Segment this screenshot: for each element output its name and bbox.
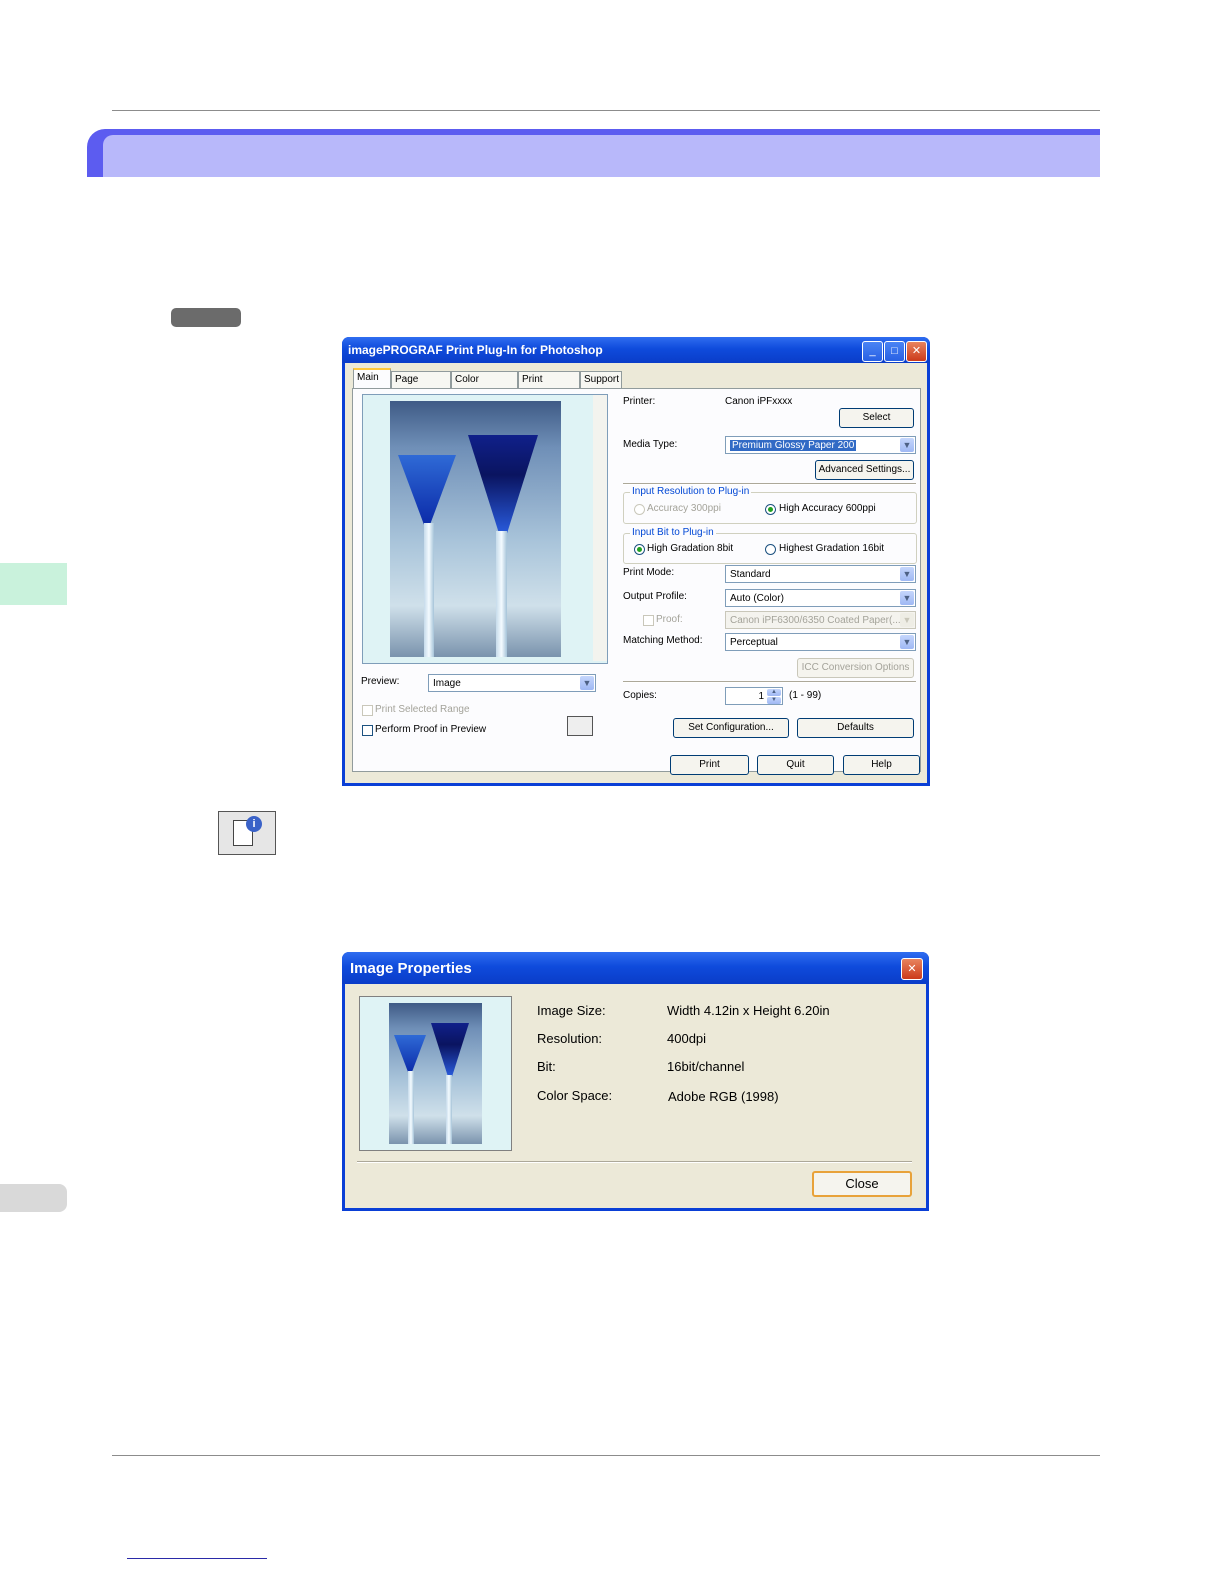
set-configuration-button[interactable]: Set Configuration... <box>673 718 789 738</box>
divider <box>623 681 916 683</box>
help-button[interactable]: Help <box>843 755 920 775</box>
icc-conversion-options-button[interactable]: ICC Conversion Options <box>797 658 914 678</box>
preview-select[interactable]: Image ▼ <box>428 674 596 692</box>
output-profile-label: Output Profile: <box>623 591 687 602</box>
close-button[interactable]: Close <box>812 1171 912 1197</box>
media-type-value: Premium Glossy Paper 200 <box>730 440 857 451</box>
chevron-down-icon: ▼ <box>580 676 594 690</box>
matching-method-value: Perceptual <box>730 637 778 648</box>
close-icon[interactable]: ✕ <box>901 958 923 980</box>
perform-proof-checkbox[interactable] <box>362 725 373 736</box>
preview-pane <box>362 394 608 664</box>
divider <box>623 483 916 485</box>
chevron-down-icon: ▼ <box>900 635 914 649</box>
maximize-icon[interactable]: □ <box>884 341 905 362</box>
res-600-radio[interactable] <box>765 504 776 515</box>
tab-page-setup[interactable]: Page Setup <box>391 371 451 401</box>
preview-scrollbar[interactable] <box>593 395 607 661</box>
chevron-down-icon: ▼ <box>900 613 914 627</box>
copies-value: 1 <box>758 691 764 702</box>
plugin-dialog: imagePROGRAF Print Plug-In for Photoshop… <box>342 337 930 786</box>
output-profile-select[interactable]: Auto (Color) ▼ <box>725 589 916 607</box>
chevron-down-icon: ▼ <box>900 567 914 581</box>
preview-select-value: Image <box>433 678 461 689</box>
image-properties-icon[interactable] <box>567 716 593 736</box>
resolution-value: 400dpi <box>667 1031 707 1046</box>
image-size-label: Image Size: <box>537 1003 606 1018</box>
divider <box>357 1161 912 1163</box>
tab-color-settings[interactable]: Color Settings <box>451 371 518 401</box>
tab-main[interactable]: Main <box>353 368 391 389</box>
quit-button[interactable]: Quit <box>757 755 834 775</box>
note-icon: i <box>218 811 276 855</box>
spin-up-icon[interactable]: ▲ <box>767 689 781 696</box>
close-icon[interactable]: ✕ <box>906 341 927 362</box>
bit-8-radio[interactable] <box>634 544 645 555</box>
output-profile-value: Auto (Color) <box>730 593 784 604</box>
proof-checkbox[interactable] <box>643 615 654 626</box>
step-label-pill <box>171 308 241 327</box>
input-resolution-group-label: Input Resolution to Plug-in <box>630 486 752 497</box>
proof-select[interactable]: Canon iPF6300/6350 Coated Paper(... ▼ <box>725 611 916 629</box>
bit-value: 16bit/channel <box>667 1059 745 1074</box>
select-button[interactable]: Select <box>839 408 914 428</box>
input-bit-group-label: Input Bit to Plug-in <box>630 527 716 538</box>
copies-label: Copies: <box>623 690 657 701</box>
chapter-side-tab <box>0 563 67 605</box>
image-properties-title: Image Properties <box>342 952 929 984</box>
copies-stepper[interactable]: 1 ▲ ▼ <box>725 687 783 705</box>
proof-label: Proof: <box>656 614 683 625</box>
print-mode-select[interactable]: Standard ▼ <box>725 565 916 583</box>
color-space-value: Adobe RGB (1998) <box>668 1089 779 1104</box>
chevron-down-icon: ▼ <box>900 591 914 605</box>
matching-method-label: Matching Method: <box>623 635 703 646</box>
image-size-value: Width 4.12in x Height 6.20in <box>667 1003 830 1018</box>
copies-range: (1 - 99) <box>789 690 822 701</box>
index-side-tab <box>0 1184 67 1212</box>
spin-down-icon[interactable]: ▼ <box>767 697 781 704</box>
print-mode-label: Print Mode: <box>623 567 675 578</box>
media-type-label: Media Type: <box>623 439 678 450</box>
properties-preview-pane <box>359 996 512 1151</box>
printer-label: Printer: <box>623 396 656 407</box>
res-300-radio[interactable] <box>634 504 645 515</box>
bit-16-radio[interactable] <box>765 544 776 555</box>
properties-preview-image <box>389 1003 482 1144</box>
tab-panel: Preview: Image ▼ Print Selected Range Pe… <box>352 388 921 772</box>
color-space-label: Color Space: <box>537 1088 613 1103</box>
res-300-label: Accuracy 300ppi <box>647 503 721 514</box>
footer-rule <box>112 1455 1100 1456</box>
image-properties-dialog: Image Properties ✕ Image Size: Width 4.1… <box>342 952 929 1211</box>
plugin-dialog-title: imagePROGRAF Print Plug-In for Photoshop <box>342 337 930 363</box>
header-rule <box>112 110 1100 111</box>
chevron-down-icon: ▼ <box>900 438 914 452</box>
resolution-label: Resolution: <box>537 1031 603 1046</box>
media-type-select[interactable]: Premium Glossy Paper 200 ▼ <box>725 436 916 454</box>
perform-proof-label: Perform Proof in Preview <box>375 724 487 735</box>
printer-value: Canon iPFxxxx <box>725 396 793 407</box>
minimize-icon[interactable]: _ <box>862 341 883 362</box>
print-mode-value: Standard <box>730 569 771 580</box>
print-selected-range-label: Print Selected Range <box>375 704 470 715</box>
tab-strip: Main Page Setup Color Settings Print His… <box>353 368 653 401</box>
section-title-band <box>87 129 1100 177</box>
print-selected-range-checkbox[interactable] <box>362 705 373 716</box>
print-button[interactable]: Print <box>670 755 749 775</box>
matching-method-select[interactable]: Perceptual ▼ <box>725 633 916 651</box>
tab-support[interactable]: Support <box>580 371 622 388</box>
advanced-settings-button[interactable]: Advanced Settings... <box>815 460 914 480</box>
preview-image <box>390 401 561 657</box>
preview-label: Preview: <box>361 676 400 687</box>
defaults-button[interactable]: Defaults <box>797 718 914 738</box>
bit-16-label: Highest Gradation 16bit <box>779 543 885 554</box>
tab-print-history[interactable]: Print History <box>518 371 580 401</box>
bit-8-label: High Gradation 8bit <box>647 543 734 554</box>
res-600-label: High Accuracy 600ppi <box>779 503 876 514</box>
proof-value: Canon iPF6300/6350 Coated Paper(... <box>730 615 901 626</box>
bit-label: Bit: <box>537 1059 556 1074</box>
footer-link[interactable] <box>127 1558 267 1559</box>
